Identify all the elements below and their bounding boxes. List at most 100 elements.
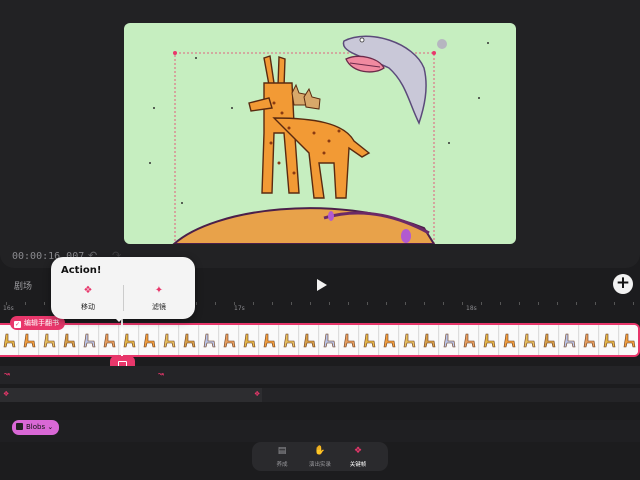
app-window: 00:00:16.007 ↶ ↷ 剧场 + 16s 17s 18s ✓ 编辑手翻书…	[0, 0, 640, 480]
frame-thumbnail	[523, 332, 536, 348]
clip-bar[interactable]	[0, 388, 262, 402]
frame-thumbnail	[463, 332, 476, 348]
frame-thumbnail	[483, 332, 496, 348]
frame-thumbnail	[143, 332, 156, 348]
frame-thumbnail	[203, 332, 216, 348]
artwork-canvas[interactable]	[124, 23, 516, 244]
flipbook-frame[interactable]	[80, 325, 99, 355]
filter-button[interactable]: ✦ 滤镜	[124, 285, 194, 315]
keyframe-diamond-icon: ❖	[353, 446, 363, 456]
frame-thumbnail	[623, 332, 636, 348]
frame-thumbnail	[263, 332, 276, 348]
flipbook-frame[interactable]	[560, 325, 579, 355]
flipbook-frame[interactable]	[240, 325, 259, 355]
playhead-line[interactable]	[121, 318, 123, 358]
ruler-tick	[367, 302, 368, 305]
frame-thumbnail	[323, 332, 336, 348]
flipbook-frame[interactable]	[440, 325, 459, 355]
flipbook-frame[interactable]	[180, 325, 199, 355]
ruler-tick	[500, 302, 501, 305]
ruler-tick	[595, 302, 596, 305]
ruler-label: 18s	[466, 305, 477, 312]
flipbook-frame[interactable]	[280, 325, 299, 355]
ruler-tick	[424, 302, 425, 305]
frame-thumbnail	[103, 332, 116, 348]
ruler-tick	[310, 302, 311, 305]
layers-icon: ▤	[277, 446, 287, 456]
keyframe-icon[interactable]: ↝	[158, 370, 164, 378]
play-icon[interactable]	[313, 277, 329, 293]
flipbook-frame[interactable]	[520, 325, 539, 355]
flipbook-frame[interactable]	[340, 325, 359, 355]
flipbook-frame[interactable]	[580, 325, 599, 355]
ruler-tick	[576, 302, 577, 305]
frame-thumbnail	[123, 332, 136, 348]
flipbook-frame[interactable]	[480, 325, 499, 355]
frame-thumbnail	[163, 332, 176, 348]
edit-flipbook-tag[interactable]: ✓ 编辑手翻书	[10, 316, 65, 330]
frame-thumbnail	[3, 332, 16, 348]
ruler-label: 17s	[234, 305, 245, 312]
keyframe-track[interactable]	[0, 366, 640, 384]
move-label: 移动	[81, 303, 95, 311]
ruler-tick	[633, 302, 634, 305]
add-button[interactable]: +	[613, 274, 633, 294]
mode-keyframe[interactable]: ❖ 关键帧	[338, 446, 378, 468]
flipbook-strip[interactable]	[0, 323, 640, 357]
frame-thumbnail	[563, 332, 576, 348]
flipbook-frame[interactable]	[220, 325, 239, 355]
flipbook-frame[interactable]	[200, 325, 219, 355]
move-button[interactable]: ❖ 移动	[53, 285, 123, 315]
ruler-tick	[405, 302, 406, 305]
ruler-tick	[462, 302, 463, 305]
ruler-tick	[291, 302, 292, 305]
flipbook-frame[interactable]	[60, 325, 79, 355]
blobs-layer-chip[interactable]: Blobs ⌄	[12, 420, 60, 435]
ruler-tick	[6, 302, 7, 305]
ruler-tick	[234, 302, 235, 305]
flipbook-frame[interactable]	[600, 325, 619, 355]
filter-label: 滤镜	[152, 303, 166, 311]
keyframe-diamond-icon[interactable]: ❖	[3, 390, 9, 398]
flipbook-frame[interactable]	[380, 325, 399, 355]
flipbook-frame[interactable]	[360, 325, 379, 355]
frame-thumbnail	[283, 332, 296, 348]
ruler-label: 16s	[3, 305, 14, 312]
ruler-tick	[519, 302, 520, 305]
frame-thumbnail	[543, 332, 556, 348]
frame-thumbnail	[503, 332, 516, 348]
mode-performance[interactable]: ✋ 演出实录	[300, 446, 340, 468]
flipbook-frame[interactable]	[460, 325, 479, 355]
preview-panel: 00:00:16.007 ↶ ↷	[0, 0, 640, 268]
ruler-tick	[215, 302, 216, 305]
flipbook-frame[interactable]	[260, 325, 279, 355]
keyframe-diamond-icon: ❖	[83, 285, 93, 296]
frame-thumbnail	[223, 332, 236, 348]
flipbook-frame[interactable]	[160, 325, 179, 355]
scene-tab[interactable]: 剧场	[14, 279, 32, 292]
ruler-tick	[386, 302, 387, 305]
flipbook-frame[interactable]	[400, 325, 419, 355]
flipbook-frame[interactable]	[500, 325, 519, 355]
flipbook-frame[interactable]	[420, 325, 439, 355]
ruler-tick	[348, 302, 349, 305]
frame-thumbnail	[303, 332, 316, 348]
flipbook-frame[interactable]	[100, 325, 119, 355]
flipbook-frame[interactable]	[140, 325, 159, 355]
ruler-tick	[614, 302, 615, 305]
frame-thumbnail	[443, 332, 456, 348]
frame-thumbnail	[63, 332, 76, 348]
keyframe-diamond-icon[interactable]: ❖	[254, 390, 260, 398]
flipbook-frame[interactable]	[320, 325, 339, 355]
ruler-tick	[443, 302, 444, 305]
mode-compose[interactable]: ▤ 养成	[262, 446, 302, 468]
flipbook-frame[interactable]	[300, 325, 319, 355]
chevron-down-icon: ⌄	[47, 423, 54, 431]
keyframe-icon[interactable]: ↝	[4, 370, 10, 378]
flipbook-frame[interactable]	[620, 325, 638, 355]
ruler-tick	[481, 302, 482, 305]
flipbook-frame[interactable]	[540, 325, 559, 355]
mode-label: 关键帧	[349, 462, 367, 468]
blobs-track[interactable]	[0, 420, 640, 442]
frame-thumbnail	[603, 332, 616, 348]
